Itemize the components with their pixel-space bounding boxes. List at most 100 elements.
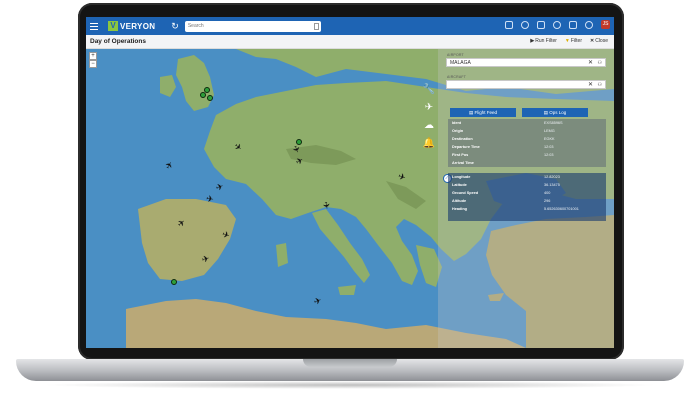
detail-key: Arrival Time [452, 161, 474, 165]
detail-row: Origin LEMG [448, 127, 606, 135]
land-uk [176, 55, 214, 111]
app-screen: V VERYON ↻ Search JS Day of Operations ▶… [86, 17, 614, 348]
position-value: 12.82023 [544, 175, 560, 179]
position-key: Latitude [452, 183, 467, 187]
position-row: Ground Speed 400 [448, 189, 606, 197]
close-icon: ✕ [590, 38, 595, 44]
position-value: 5.652630600701001 [544, 207, 579, 211]
land-sicily [338, 285, 356, 295]
aircraft-marker[interactable]: ✈ [321, 201, 332, 210]
map-tools: 🔧 ✈ ☁ 🔔 [422, 83, 436, 151]
binoculars-icon[interactable]: ⚇ [598, 59, 602, 67]
land-iberia [138, 199, 236, 281]
help-icon[interactable] [585, 20, 593, 29]
detail-row: Ident EXS8596S [448, 119, 606, 127]
close-label: Close [595, 38, 608, 44]
position-value: 296 [544, 199, 551, 203]
app-logo: V VERYON [108, 20, 155, 32]
avatar[interactable]: JS [601, 20, 610, 29]
airport-marker[interactable] [171, 279, 177, 285]
airport-marker[interactable] [200, 92, 206, 98]
run-filter-label: Run Filter [535, 38, 557, 44]
detail-value: LEMG [544, 129, 555, 133]
top-nav-icons: JS [505, 20, 610, 29]
aircraft-field-label: AIRCRAFT [447, 75, 467, 79]
settings-icon[interactable] [521, 20, 529, 29]
position-key: Longitude [452, 175, 471, 179]
tools-icon[interactable] [537, 20, 545, 29]
position-key: Heading [452, 207, 467, 211]
refresh-icon[interactable]: ↻ [171, 21, 179, 32]
flight-feed-label: Flight Feed [474, 110, 498, 115]
position-row: Heading 5.652630600701001 [448, 205, 606, 213]
detail-key: Ident [452, 121, 462, 125]
clear-icon[interactable]: ✕ [588, 59, 593, 67]
position-value: 400 [544, 191, 551, 195]
aircraft-marker[interactable]: ✈ [205, 193, 214, 204]
play-icon: ▶ [530, 38, 535, 44]
header-actions: ▶Run Filter ▼Filter ✕Close [530, 38, 608, 44]
flight-details: Ident EXS8596S Origin LEMG Destination EGKK… [448, 119, 606, 167]
top-nav-bar: V VERYON ↻ Search JS [86, 17, 614, 35]
detail-value: EGKK [544, 137, 555, 141]
laptop-shadow [40, 381, 660, 389]
ops-log-button[interactable]: ▤ Ops Log [522, 108, 588, 117]
airport-marker[interactable] [207, 95, 213, 101]
detail-row: Departure Time 12:03 [448, 143, 606, 151]
aircraft-marker[interactable]: ✈ [201, 253, 211, 265]
position-key: Altitude [452, 199, 467, 203]
laptop-notch [303, 359, 397, 367]
position-value: 36.13475 [544, 183, 560, 187]
airport-marker[interactable] [296, 139, 302, 145]
position-details: Longitude 12.82023 Latitude 36.13475 Groun… [448, 173, 606, 221]
airport-input-value: MALAGA [450, 60, 471, 66]
page-header: Day of Operations ▶Run Filter ▼Filter ✕C… [86, 35, 614, 49]
position-key: Ground Speed [452, 191, 479, 195]
close-button[interactable]: ✕Close [590, 38, 608, 44]
detail-row: Arrival Time [448, 159, 606, 167]
detail-value: 12:03 [544, 145, 554, 149]
position-row: Altitude 296 [448, 197, 606, 205]
detail-row: Destination EGKK [448, 135, 606, 143]
detail-key: Destination [452, 137, 473, 141]
zoom-controls: + − [89, 52, 97, 68]
zoom-out-button[interactable]: − [89, 60, 97, 68]
run-filter-button[interactable]: ▶Run Filter [530, 38, 557, 44]
detail-key: Departure Time [452, 145, 480, 149]
logo-text: VERYON [120, 21, 156, 31]
page-title: Day of Operations [90, 38, 146, 45]
zoom-in-button[interactable]: + [89, 52, 97, 60]
ops-log-label: Ops Log [549, 110, 567, 115]
calculator-icon[interactable] [313, 22, 319, 30]
detail-value: 12:03 [544, 153, 554, 157]
bell-icon[interactable]: 🔔 [422, 137, 436, 151]
binoculars-icon[interactable]: ⚇ [598, 81, 602, 89]
search-placeholder: Search [187, 22, 204, 29]
clear-icon[interactable]: ✕ [588, 81, 593, 89]
favorites-icon[interactable] [553, 20, 561, 29]
position-row: Longitude 12.82023 [448, 173, 606, 181]
flight-feed-button[interactable]: ▤ Flight Feed [450, 108, 516, 117]
detail-value: EXS8596S [544, 121, 563, 125]
announcement-icon[interactable] [569, 20, 577, 29]
filter-button[interactable]: ▼Filter [565, 38, 582, 44]
menu-icon[interactable] [86, 17, 102, 35]
detail-key: First Pos [452, 153, 469, 157]
weather-icon[interactable]: ☁ [422, 119, 436, 133]
detail-row: First Pos 12:03 [448, 151, 606, 159]
aircraft-icon[interactable]: ✈ [422, 101, 436, 115]
filter-icon: ▼ [564, 38, 570, 44]
search-input[interactable]: Search [184, 20, 321, 32]
land-ireland [160, 75, 176, 97]
detail-key: Origin [452, 129, 464, 133]
wrench-icon[interactable]: 🔧 [422, 83, 436, 97]
aircraft-input[interactable]: ✕ ⚇ [446, 80, 606, 89]
airport-field-label: AIRPORT [447, 53, 464, 57]
flight-map[interactable]: + − ✈ ✈ ✈ ✈ ✈ ✈ ✈ ✈ ✈ ✈ ✈ ✈ 🔧 ✈ ☁ 🔔 AIRP… [86, 49, 614, 348]
filter-label: Filter [570, 38, 582, 44]
position-row: Latitude 36.13475 [448, 181, 606, 189]
airport-input[interactable]: MALAGA ✕ ⚇ [446, 58, 606, 67]
flight-side-panel: AIRPORT MALAGA ✕ ⚇ AIRCRAFT ✕ ⚇ ▤ Flight… [438, 49, 614, 348]
logo-mark: V [108, 21, 118, 31]
mail-icon[interactable] [505, 20, 513, 29]
